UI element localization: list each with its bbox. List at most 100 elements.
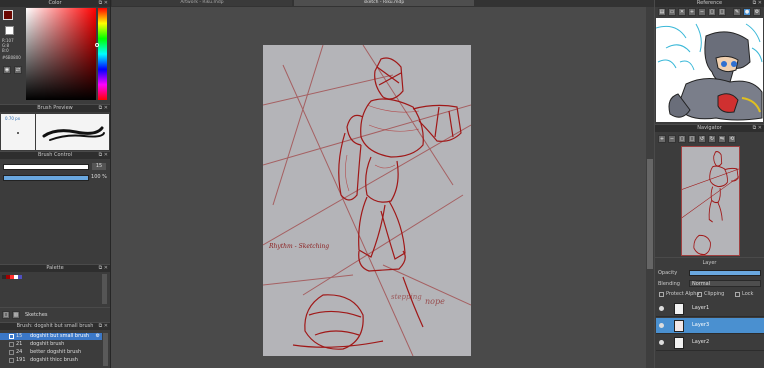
visibility-eye-icon[interactable] [659,340,664,345]
brush-preview-panel: Brush Preview ⧉ ✕ 0.70 px [0,105,110,151]
layer-thumbnail [674,303,684,315]
hue-slider-handle[interactable] [95,43,99,47]
color-panel-header: Color ⧉ ✕ [0,0,110,7]
reference-image [656,18,763,122]
layer-row[interactable]: Layer1 [656,301,764,317]
hue-slider[interactable] [98,8,107,100]
brush-tip-preview: 0.70 px [1,114,35,150]
color-rgb-readout: R:107 G:8 B:0 [2,38,14,53]
actual-size-icon[interactable]: □ [718,8,726,16]
brush-settings-icon[interactable]: ⚙ [96,333,100,340]
brush-list-scrollbar[interactable] [103,333,108,366]
nav-rotate-left-icon[interactable]: ↺ [698,135,706,143]
protect-alpha-checkbox[interactable] [659,292,664,297]
brush-checkbox[interactable] [9,334,14,339]
brush-size-slider[interactable] [3,164,89,170]
panel-close-icon[interactable]: ⧉ ✕ [753,0,762,7]
brush-list-header: Brush: dogshit but small brush ⧉ ✕ [0,323,110,330]
vertical-scrollbar[interactable] [646,7,654,368]
brush-checkbox[interactable] [9,358,14,363]
visibility-eye-icon[interactable] [659,306,664,311]
brush-opacity-slider[interactable] [3,175,89,181]
visibility-eye-icon[interactable] [659,323,664,328]
brush-opacity-value[interactable]: 100 % [90,174,108,181]
new-layer-icon[interactable]: □ [2,311,10,319]
nav-flip-icon[interactable]: ⇋ [718,135,726,143]
palette-scrollbar[interactable] [102,274,107,304]
tab-label: Artwork - Riku.mdp [180,0,224,5]
brush-list-item[interactable]: 21 dogshit brush [0,341,102,348]
drawing-canvas[interactable]: Rhythm - Sketching stepping nope [263,45,471,356]
layer-row[interactable]: Layer2 [656,335,764,351]
palette-swatch[interactable] [18,275,22,279]
nav-zoom-out-icon[interactable]: − [668,135,676,143]
reference-title: Reference [696,0,723,6]
vertical-scrollbar-thumb[interactable] [647,159,653,269]
settings-icon[interactable]: ⚙ [753,8,761,16]
blending-select[interactable]: Normal [689,280,761,287]
saturation-value-field[interactable] [26,8,96,100]
brush-size: 15 [16,333,23,339]
canvas-annotation-stepping: stepping [391,293,422,301]
brush-control-header: Brush Control ⧉ ✕ [0,152,110,159]
navigator-panel: Navigator ⧉ ✕ + − ▢ □ ↺ ↻ ⇋ ⟲ [655,125,764,257]
color-panel-title: Color [48,0,62,6]
delete-layer-icon[interactable]: ▥ [12,311,20,319]
nav-fit-icon[interactable]: ▢ [678,135,686,143]
open-image-icon[interactable]: ▤ [658,8,666,16]
brush-size-value[interactable]: 15 [92,163,106,170]
zoom-out-icon[interactable]: − [698,8,706,16]
reference-panel: Reference ⧉ ✕ ▤ ▭ ✕ + − ▢ □ ✎ ● ⚙ [655,0,764,124]
foreground-color-swatch[interactable] [3,10,13,20]
lock-checkbox[interactable] [735,292,740,297]
panel-close-icon[interactable]: ⧉ ✕ [99,265,108,272]
nav-actual-size-icon[interactable]: □ [688,135,696,143]
protect-alpha-label: Protect Alpha [666,291,700,297]
brush-list-item[interactable]: 24 better dogshit brush [0,349,102,356]
close-image-icon[interactable]: ✕ [678,8,686,16]
panel-close-icon[interactable]: ⧉ ✕ [99,152,108,159]
clipping-checkbox[interactable] [697,292,702,297]
color-picker-icon[interactable]: ◉ [3,66,11,74]
brush-name: dogshit brush [30,341,65,347]
opacity-slider[interactable] [689,270,761,276]
palette-panel: Palette ⧉ ✕ [0,265,110,307]
color-swap-icon[interactable]: ⇄ [14,66,22,74]
panel-close-icon[interactable]: ⧉ ✕ [99,0,108,7]
navigator-preview[interactable] [681,146,740,256]
tab-sketch[interactable]: sketch - Riku.mdp [294,0,474,6]
nav-zoom-in-icon[interactable]: + [658,135,666,143]
layer-name: Layer1 [692,305,710,311]
folder-icon[interactable]: ▭ [668,8,676,16]
brush-preview-title: Brush Preview [37,105,73,111]
nav-rotate-right-icon[interactable]: ↻ [708,135,716,143]
brush-size: 191 [16,357,26,363]
canvas-annotation-nope: nope [425,297,445,306]
sketch-artwork [263,45,471,356]
layer-name: Layer3 [692,322,710,328]
zoom-in-icon[interactable]: + [688,8,696,16]
brush-stroke-icon [42,126,105,141]
tab-artwork[interactable]: Artwork - Riku.mdp [112,0,292,6]
layer-thumbnail [674,320,684,332]
nav-reset-icon[interactable]: ⟲ [728,135,736,143]
palette-header: Palette ⧉ ✕ [0,265,110,272]
lock-label: Lock [742,291,754,297]
brush-checkbox[interactable] [9,350,14,355]
panel-close-icon[interactable]: ⧉ ✕ [753,125,762,132]
brush-checkbox[interactable] [9,342,14,347]
layer-title: Layer [702,260,717,266]
brush-list-item[interactable]: 191 dogshit thicc brush [0,357,102,364]
layer-name: Layer2 [692,339,710,345]
color-panel: Color ⧉ ✕ R:107 G:8 B:0 #6B0800 ◉ ⇄ [0,0,110,104]
brush-name: dogshit thicc brush [30,357,78,363]
brush-list-item[interactable]: 15 dogshit but small brush ⚙ [0,333,102,340]
panel-close-icon[interactable]: ⧉ ✕ [99,105,108,112]
panel-close-icon[interactable]: ⧉ ✕ [99,323,108,330]
eyedropper-icon[interactable]: ✎ [733,8,741,16]
pin-icon[interactable]: ● [743,8,751,16]
layer-row[interactable]: Layer3 [656,318,764,334]
layer-folder-label: Sketches [25,312,48,318]
background-color-swatch[interactable] [5,26,14,35]
fit-icon[interactable]: ▢ [708,8,716,16]
